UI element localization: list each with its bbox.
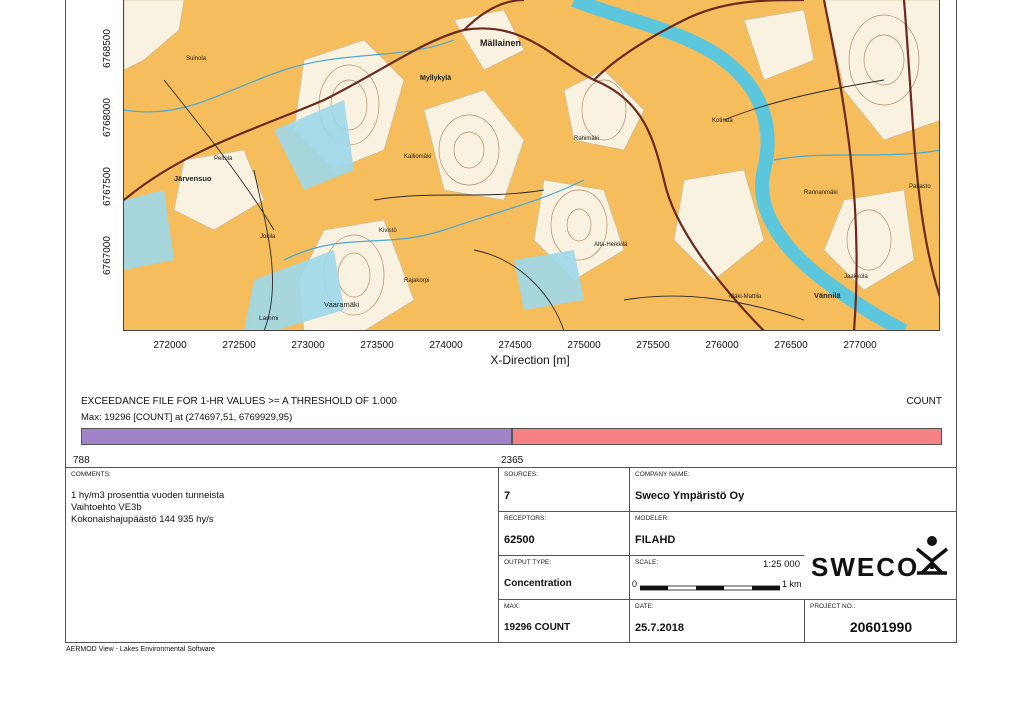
place-mallainen: Mällainen (480, 38, 521, 48)
project-label: PROJECT NO.: (810, 603, 856, 610)
place-rahimaki: Rahimäki (574, 136, 599, 142)
comment-line: Kokonaishajupäästö 144 935 hy/s (71, 514, 214, 525)
x-tick: 273000 (291, 340, 325, 351)
place-rajakorpi: Rajakorpi (404, 278, 429, 284)
y-tick: 6768000 (102, 98, 113, 137)
x-axis-title: X-Direction [m] (490, 353, 570, 367)
table-top-border (66, 467, 957, 468)
place-rannanmaki: Rannanmäki (804, 190, 838, 196)
place-kalliomaki: Kalliomäki (404, 154, 431, 160)
place-jarvensuo: Järvensuo (174, 174, 212, 183)
modeler-value: FILAHD (635, 534, 676, 546)
modeler-label: MODELER: (635, 515, 669, 522)
receptors-value: 62500 (504, 534, 535, 546)
scale-bar (640, 585, 780, 591)
x-tick: 275500 (636, 340, 670, 351)
map-canvas: Mällainen Myllykylä Järvensuo Vaaramäki … (124, 0, 939, 330)
date-value: 25.7.2018 (635, 622, 684, 634)
footer-software: AERMOD View - Lakes Environmental Softwa… (66, 646, 215, 653)
x-tick: 275000 (567, 340, 601, 351)
scale-label: SCALE: (635, 559, 659, 566)
sources-label: SOURCES: (504, 471, 538, 478)
receptors-label: RECEPTORS: (504, 515, 547, 522)
legend-bin-1 (81, 428, 512, 445)
x-tick: 272500 (222, 340, 256, 351)
place-peltola: Peltola (214, 156, 233, 162)
y-tick: 6768500 (102, 29, 113, 68)
x-tick: 272000 (153, 340, 187, 351)
place-kivisto: Kivistö (379, 228, 397, 234)
company-value: Sweco Ympäristö Oy (635, 490, 745, 502)
comments-label: COMMENTS: (71, 471, 111, 478)
sweco-logo-icon (915, 536, 949, 575)
place-myllykyla: Myllykylä (420, 75, 451, 82)
place-lammi: Lammi (259, 315, 279, 322)
max-label: MAX: (504, 603, 520, 610)
topographic-map: Mällainen Myllykylä Järvensuo Vaaramäki … (123, 0, 940, 331)
comment-line: 1 hy/m3 prosenttia vuoden tunneista (71, 490, 225, 501)
table-row-border (498, 599, 957, 600)
x-tick: 277000 (843, 340, 877, 351)
y-tick: 6767500 (102, 167, 113, 206)
legend-label-2: 2365 (501, 455, 524, 466)
count-label: COUNT (906, 396, 942, 407)
x-tick: 276500 (774, 340, 808, 351)
scale-zero: 0 (632, 579, 638, 589)
x-tick: 273500 (360, 340, 394, 351)
sweco-logo: SWECO (811, 552, 920, 582)
table-row-border (498, 555, 629, 556)
output-type-label: OUTPUT TYPE: (504, 559, 552, 566)
x-tick: 274000 (429, 340, 463, 351)
x-tick: 276000 (705, 340, 739, 351)
place-alta-heikkila: Alta-Heikkilä (594, 242, 628, 248)
x-tick: 274500 (498, 340, 532, 351)
legend-label-1: 788 (73, 455, 90, 466)
output-type-value: Concentration (504, 578, 572, 589)
y-tick: 6767000 (102, 236, 113, 275)
place-suinola: Suinola (186, 56, 207, 62)
max-value: 19296 COUNT (504, 622, 571, 633)
place-jaakkola: Jaakkola (844, 274, 868, 280)
sources-value: 7 (504, 490, 511, 502)
exceedance-title: EXCEEDANCE FILE FOR 1-HR VALUES >= A THR… (81, 396, 397, 407)
place-pakasto: Pakasto (909, 184, 931, 190)
company-label: COMPANY NAME: (635, 471, 690, 478)
scale-km: 1 km (782, 579, 802, 589)
legend-bin-2 (512, 428, 942, 445)
place-vaaramaki: Vaaramäki (324, 300, 360, 309)
scale-value: 1:25 000 (763, 559, 800, 570)
comment-line: Vaihtoehto VE3b (71, 502, 142, 513)
table-row-border (498, 511, 957, 512)
project-value: 20601990 (849, 619, 913, 635)
table-row-border (629, 555, 804, 556)
place-kotirata: Kotirata (712, 118, 733, 124)
place-maki-mattila: Mäki-Mattila (729, 294, 762, 300)
place-vannila: Vännilä (814, 291, 842, 300)
max-location: Max: 19296 [COUNT] at (274697,51, 676992… (81, 412, 293, 423)
date-label: DATE: (635, 603, 654, 610)
place-jokila: Jokila (260, 234, 276, 240)
